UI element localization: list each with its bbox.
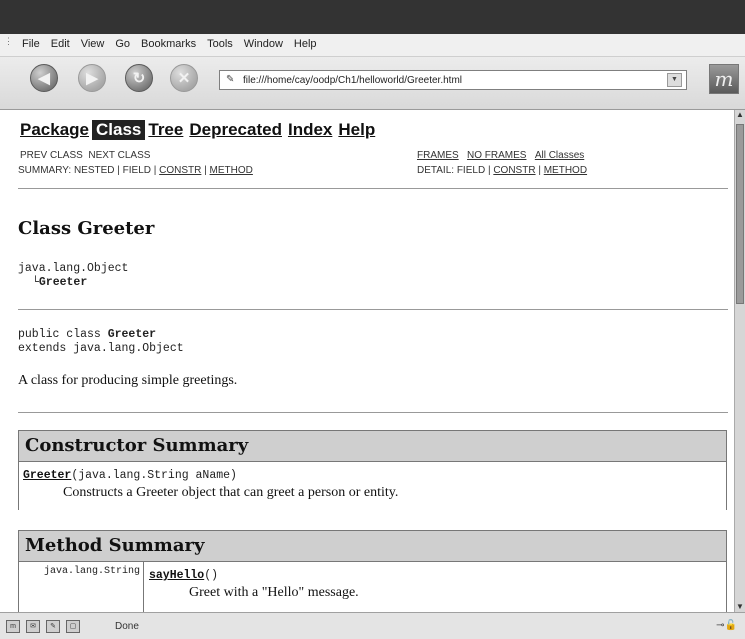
constructor-description: Constructs a Greeter object that can gre… [63, 485, 399, 500]
menu-view[interactable]: View [81, 38, 105, 50]
detail-method-link[interactable]: METHOD [544, 165, 587, 176]
url-text[interactable]: file:///home/cay/oodp/Ch1/helloworld/Gre… [243, 75, 667, 86]
stop-icon: ✕ [177, 70, 191, 87]
address-book-icon[interactable]: ▢ [66, 620, 80, 633]
menu-go[interactable]: Go [115, 38, 130, 50]
declaration-line-2: extends java.lang.Object [18, 342, 184, 355]
method-params: () [204, 569, 219, 582]
menu-bar: ⋮ File Edit View Go Bookmarks Tools Wind… [0, 34, 745, 57]
detail-label: DETAIL: FIELD | [417, 165, 494, 176]
status-bar: m ✉ ✎ ▢ Done ⊸🔓 [0, 612, 745, 639]
status-text: Done [115, 621, 139, 632]
menu-grip-handle[interactable]: ⋮ [4, 37, 13, 50]
detail-separator: | [535, 165, 544, 176]
constructor-link[interactable]: Greeter [23, 469, 71, 482]
browser-logo-icon: m [709, 64, 739, 94]
method-description: Greet with a "Hello" message. [189, 585, 359, 600]
method-row: java.lang.String sayHello() Greet with a… [19, 562, 726, 612]
constructor-row: Greeter(java.lang.String aName) Construc… [19, 462, 726, 510]
scroll-up-icon[interactable]: ▲ [735, 110, 745, 120]
page-icon: ✎ [226, 74, 235, 85]
summary-separator: | [201, 165, 210, 176]
summary-method-link[interactable]: METHOD [210, 165, 253, 176]
hierarchy-child: Greeter [38, 276, 88, 289]
window-title-bar [0, 0, 745, 34]
nav-class-current: Class [92, 120, 146, 140]
constructor-summary-heading: Constructor Summary [19, 431, 726, 462]
method-signature: sayHello() [149, 569, 218, 582]
nav-deprecated-link[interactable]: Deprecated [186, 120, 285, 140]
forward-arrow-icon: ▶ [86, 70, 98, 87]
vertical-scrollbar[interactable]: ▲ ▼ [734, 110, 745, 612]
hierarchy-branch-icon: └ [32, 276, 39, 289]
constructor-params: (java.lang.String aName) [71, 469, 237, 482]
nav-tree-link[interactable]: Tree [145, 120, 186, 140]
page-content: Package Class Tree Deprecated Index Help… [4, 110, 732, 612]
connection-lock-icon: ⊸🔓 [716, 620, 737, 631]
method-link[interactable]: sayHello [149, 569, 204, 582]
class-description: A class for producing simple greetings. [18, 373, 238, 388]
method-summary-heading: Method Summary [19, 531, 726, 562]
scroll-down-icon[interactable]: ▼ [735, 602, 745, 612]
declaration-class-name: Greeter [107, 328, 157, 341]
detail-links-row: DETAIL: FIELD | CONSTR | METHOD [417, 165, 587, 176]
constructor-signature: Greeter(java.lang.String aName) [23, 469, 237, 482]
navigator-icon[interactable]: m [6, 620, 20, 633]
method-return-type: java.lang.String [43, 566, 140, 577]
back-arrow-icon: ◀ [38, 70, 50, 87]
detail-constr-link[interactable]: CONSTR [493, 165, 535, 176]
forward-button[interactable]: ▶ [78, 64, 106, 92]
summary-label: SUMMARY: NESTED | FIELD | [18, 165, 160, 176]
hierarchy-child-row: └Greeter [32, 276, 87, 289]
declaration-line-1: public class Greeter [18, 328, 156, 341]
prev-next-class-row: PREV CLASS NEXT CLASS [20, 150, 150, 161]
stop-button[interactable]: ✕ [170, 64, 198, 92]
no-frames-link[interactable]: NO FRAMES [467, 150, 526, 161]
menu-help[interactable]: Help [294, 38, 317, 50]
divider [18, 188, 728, 189]
frames-link[interactable]: FRAMES [417, 150, 459, 161]
nav-help-link[interactable]: Help [335, 120, 378, 140]
constructor-summary-table: Constructor Summary Greeter(java.lang.St… [18, 430, 727, 510]
divider [18, 309, 728, 310]
scrollbar-thumb[interactable] [736, 124, 744, 304]
declaration-modifiers: public class [18, 328, 108, 341]
divider [18, 412, 728, 413]
composer-icon[interactable]: ✎ [46, 620, 60, 633]
menu-edit[interactable]: Edit [51, 38, 70, 50]
summary-constr-link[interactable]: CONSTR [159, 165, 201, 176]
page-title: Class Greeter [18, 218, 155, 239]
back-button[interactable]: ◀ [30, 64, 58, 92]
summary-links-row: SUMMARY: NESTED | FIELD | CONSTR | METHO… [18, 165, 253, 176]
nav-index-link[interactable]: Index [285, 120, 335, 140]
method-summary-table: Method Summary java.lang.String sayHello… [18, 530, 727, 612]
hierarchy-parent: java.lang.Object [18, 262, 129, 275]
menu-bookmarks[interactable]: Bookmarks [141, 38, 196, 50]
menu-file[interactable]: File [22, 38, 40, 50]
prev-class-text: PREV CLASS [20, 150, 83, 161]
next-class-text: NEXT CLASS [88, 150, 151, 161]
reload-button[interactable]: ↻ [125, 64, 153, 92]
navigation-toolbar: ◀ ▶ ↻ ✕ ✎ file:///home/cay/oodp/Ch1/hell… [0, 57, 745, 110]
url-dropdown-icon[interactable]: ▼ [667, 73, 682, 87]
mail-icon[interactable]: ✉ [26, 620, 40, 633]
method-return-cell: java.lang.String [19, 562, 144, 612]
menu-tools[interactable]: Tools [207, 38, 233, 50]
menu-window[interactable]: Window [244, 38, 283, 50]
url-bar[interactable]: ✎ file:///home/cay/oodp/Ch1/helloworld/G… [219, 70, 687, 90]
frames-links-row: FRAMES NO FRAMES All Classes [417, 150, 584, 161]
nav-package-link[interactable]: Package [18, 120, 92, 140]
all-classes-link[interactable]: All Classes [535, 150, 584, 161]
reload-icon: ↻ [132, 70, 146, 87]
